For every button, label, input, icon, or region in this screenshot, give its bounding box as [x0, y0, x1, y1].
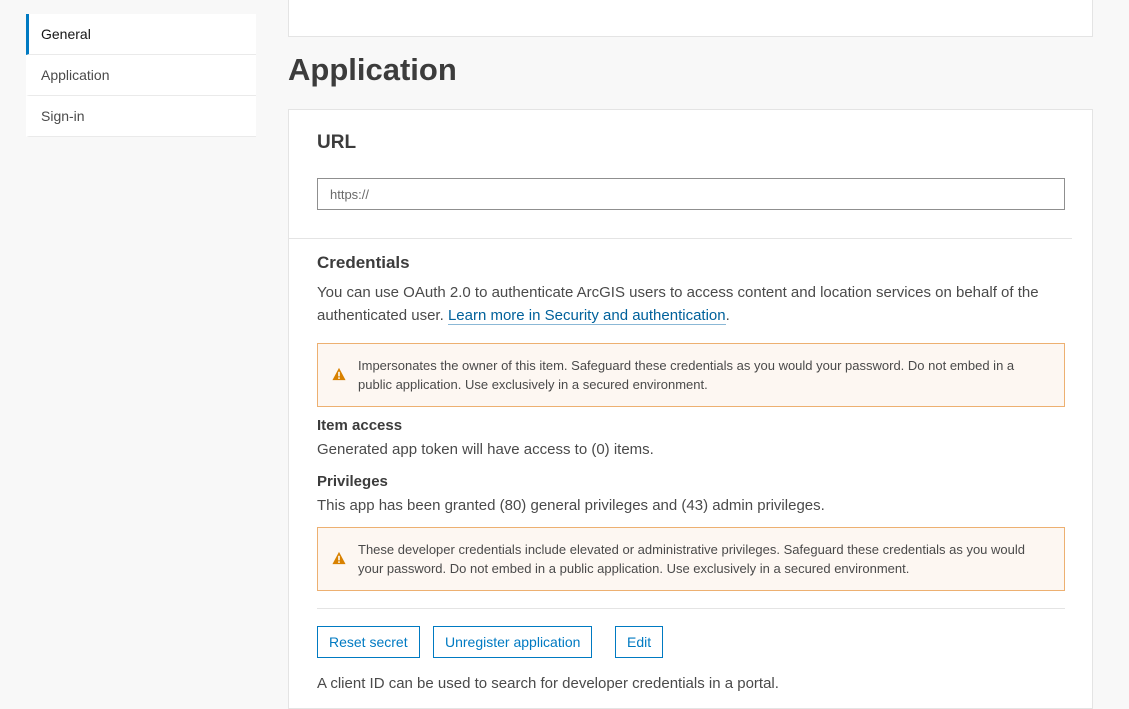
warning-triangle-icon [332, 367, 346, 381]
security-authentication-link[interactable]: Learn more in Security and authenticatio… [447, 307, 726, 325]
url-input[interactable] [317, 178, 1065, 210]
previous-section-card [288, 0, 1093, 37]
privileges-text: This app has been granted (80) general p… [317, 497, 825, 514]
credentials-heading: Credentials [317, 253, 410, 272]
sidebar-item-application[interactable]: Application [26, 55, 256, 96]
privileges-heading: Privileges [317, 473, 388, 490]
reset-secret-button[interactable]: Reset secret [317, 626, 420, 658]
section-divider [289, 238, 1072, 239]
warning-triangle-icon [332, 551, 346, 565]
actions-divider [317, 608, 1065, 609]
notice-text: These developer credentials include elev… [358, 542, 1025, 576]
item-access-heading: Item access [317, 417, 403, 434]
impersonation-warning-notice: Impersonates the owner of this item. Saf… [317, 343, 1065, 407]
sidebar-item-general[interactable]: General [26, 14, 256, 55]
client-id-description: A client ID can be used to search for de… [317, 675, 779, 692]
unregister-application-button[interactable]: Unregister application [433, 626, 593, 658]
sidebar-nav: General Application Sign-in [26, 14, 256, 137]
notice-text: Impersonates the owner of this item. Saf… [358, 358, 1015, 392]
credentials-description-suffix: . [725, 307, 730, 324]
sidebar-item-sign-in[interactable]: Sign-in [26, 96, 256, 137]
credentials-description: You can use OAuth 2.0 to authenticate Ar… [317, 281, 1077, 327]
item-access-text: Generated app token will have access to … [317, 441, 654, 458]
privileges-warning-notice: These developer credentials include elev… [317, 527, 1065, 591]
url-heading: URL [317, 132, 357, 153]
page-title: Application [288, 52, 457, 87]
application-card: URL Credentials You can use OAuth 2.0 to… [288, 109, 1093, 709]
edit-button[interactable]: Edit [615, 626, 664, 658]
